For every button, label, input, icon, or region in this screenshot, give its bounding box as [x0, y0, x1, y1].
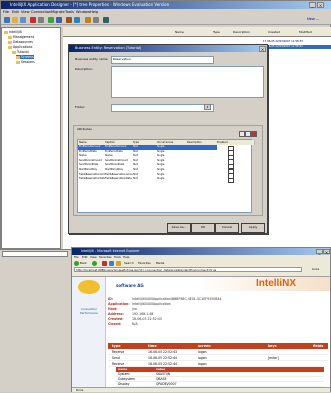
menu-edit[interactable]: Edit	[12, 10, 19, 15]
tree-item-tutorial[interactable]: Tutorial	[12, 50, 29, 54]
tree-item-management[interactable]: Management	[8, 35, 34, 39]
tree-item-screens[interactable]: Screens	[16, 55, 34, 59]
connection-sidebar: Connection Performance	[72, 277, 106, 391]
col-description[interactable]: Description	[233, 28, 250, 36]
table-cell[interactable]: FieldsReservationDate	[104, 177, 133, 182]
ide-toolbar: New ...	[1, 16, 331, 25]
project-tree: IntelliJIX Management Datasources Applic…	[1, 27, 61, 249]
delete-icon[interactable]	[30, 17, 36, 23]
background-strip	[0, 250, 71, 392]
menu-migrate[interactable]: Migrate	[51, 10, 65, 15]
home-icon[interactable]	[116, 260, 121, 266]
menu-file[interactable]: File	[3, 10, 9, 15]
back-icon[interactable]	[74, 260, 79, 266]
close-icon[interactable]: ×	[323, 248, 330, 254]
table-cell[interactable]: FieldsReservationDate	[78, 177, 105, 182]
save-icon[interactable]	[20, 17, 26, 23]
open-icon[interactable]	[12, 17, 18, 23]
folder-label: Folder:	[75, 105, 86, 109]
sidebar-title: Connection Performance	[80, 307, 98, 315]
table-row[interactable]: 17.06.05 22/03/2007 11:58:33	[263, 40, 331, 44]
close-icon[interactable]: ×	[317, 2, 324, 8]
status-bar	[2, 251, 68, 257]
ide-title-bar: IntelliJIX Application Designer - [*] tr…	[1, 1, 331, 9]
col-type[interactable]: Type	[213, 28, 220, 36]
menu-help[interactable]: Help	[90, 10, 98, 15]
migrate-icon[interactable]	[85, 17, 91, 23]
col-created[interactable]: Created	[268, 28, 280, 36]
folder-icon	[16, 55, 20, 59]
grid-header: Name Type Description Created Modified	[63, 27, 331, 37]
col-enabled[interactable]: Enabled	[216, 140, 255, 145]
folder-icon	[8, 40, 12, 44]
table-row[interactable]: 21.06.05 22/03/2007 11:58:33	[263, 45, 331, 49]
detail-value: IntelliJIX0400Application	[132, 302, 171, 306]
tree-item-root[interactable]: IntelliJIX	[4, 30, 22, 34]
folder-icon	[8, 35, 12, 39]
ide-menubar: File Edit View Connection Migrate Tools …	[1, 9, 331, 16]
table-cell[interactable]: Single	[156, 177, 187, 182]
dialog-close-icon[interactable]: ×	[259, 45, 266, 52]
entity-name-label: Business entity name:	[75, 57, 109, 61]
chevron-down-icon[interactable]: ▾	[204, 104, 211, 110]
ie-title-bar: IntelliJIX - Microsoft Internet Explorer	[72, 248, 330, 255]
attributes-label: Attributes	[77, 127, 92, 131]
menu-tools[interactable]: Tools	[65, 10, 74, 15]
entity-name-field[interactable]: Reservation	[111, 56, 214, 64]
folder-icon	[4, 30, 8, 34]
address-input[interactable]: http://localhost:9080/reports/viewEntrie…	[74, 266, 302, 272]
col-modified[interactable]: Modified	[299, 28, 312, 36]
refresh-icon[interactable]	[103, 17, 109, 23]
detail-key: Closed:	[108, 322, 122, 326]
menu-view[interactable]: View	[21, 10, 30, 15]
help-icon[interactable]	[74, 17, 80, 23]
business-entity-dialog: Business Entity: Reservation (Tutorial) …	[68, 44, 268, 234]
vendor-logo: software AG	[116, 283, 144, 288]
dialog-title: Business Entity: Reservation (Tutorial)	[69, 45, 267, 52]
new-icon[interactable]	[4, 17, 10, 23]
save-as-button[interactable]: Save As...	[167, 223, 191, 233]
detail-value: N/A	[132, 322, 138, 326]
cancel-button[interactable]: Cancel	[215, 223, 239, 233]
minimize-icon[interactable]: _	[309, 2, 316, 8]
new-link[interactable]: New ...	[307, 17, 319, 22]
table-cell[interactable]: Text	[132, 177, 157, 182]
stop-icon[interactable]	[102, 260, 107, 266]
menu-connection[interactable]: Connection	[31, 10, 51, 15]
menu-window[interactable]: Window	[76, 10, 90, 15]
ie-window: IntelliJIX - Microsoft Internet Explorer…	[71, 247, 331, 392]
minimize-icon[interactable]: _	[316, 248, 323, 254]
tree-item-sessions[interactable]: Sessions	[16, 60, 35, 64]
tools-icon[interactable]	[66, 17, 72, 23]
forward-icon[interactable]	[92, 260, 97, 266]
properties-icon[interactable]	[38, 17, 44, 23]
search-icon[interactable]	[93, 17, 99, 23]
tree-item-datasources[interactable]: Datasources	[8, 40, 33, 44]
attributes-table: Name Caption Type Occurrences Descriptio…	[77, 139, 255, 213]
delete-icon[interactable]	[251, 131, 257, 137]
page-content: software AG IntelliNX ID: IntelliJIX0400…	[106, 277, 330, 391]
ie-status-bar: Done	[72, 387, 330, 392]
brand-logo: IntelliNX	[256, 278, 297, 289]
description-field[interactable]	[111, 66, 264, 98]
folder-select[interactable]	[111, 104, 214, 112]
folder-icon	[12, 50, 16, 54]
connect-icon[interactable]	[56, 17, 62, 23]
folder-icon	[8, 45, 12, 49]
run-icon[interactable]	[48, 17, 54, 23]
folder-icon	[16, 60, 20, 64]
refresh-icon[interactable]	[109, 260, 114, 266]
ok-button[interactable]: OK	[191, 223, 215, 233]
apply-button[interactable]: Apply	[241, 223, 265, 233]
description-label: Description:	[75, 67, 94, 71]
logo-icon	[78, 280, 100, 294]
col-name[interactable]: Name	[175, 28, 184, 36]
enabled-checkbox[interactable]	[228, 177, 234, 184]
tree-item-applications[interactable]: Applications	[8, 45, 32, 49]
table-cell[interactable]	[186, 177, 217, 182]
